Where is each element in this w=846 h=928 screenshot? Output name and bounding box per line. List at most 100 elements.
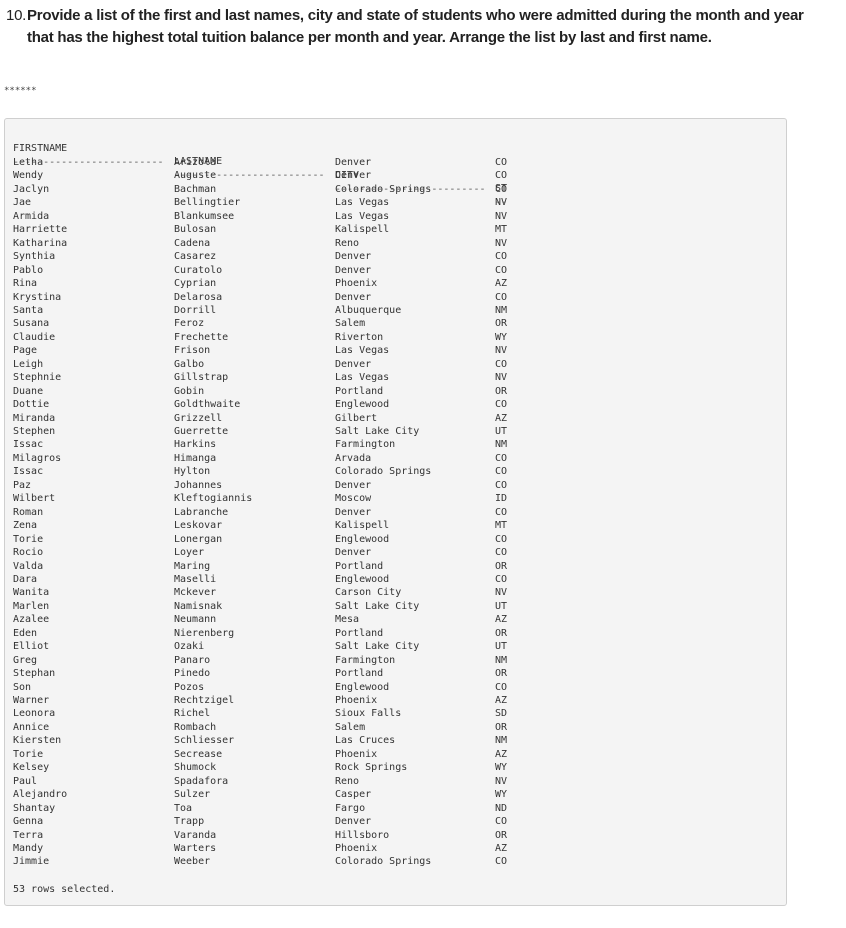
cell-city: Englewood xyxy=(335,399,390,411)
cell-city: Denver xyxy=(335,479,372,491)
cell-lastname: Goldthwaite xyxy=(174,399,241,411)
cell-city: Gilbert xyxy=(335,412,378,424)
cell-firstname: Roman xyxy=(13,506,44,518)
cell-firstname: Terra xyxy=(13,829,44,841)
cell-state: NM xyxy=(495,304,508,316)
cell-state: CO xyxy=(495,452,508,464)
cell-firstname: Rina xyxy=(13,278,38,290)
cell-city: Carson City xyxy=(335,587,402,599)
cell-lastname: Nierenberg xyxy=(174,627,235,639)
cell-lastname: Mckever xyxy=(174,587,217,599)
table-row: Miranda Grizzell Gilbert AZ xyxy=(13,412,783,426)
cell-lastname: Gillstrap xyxy=(174,372,229,384)
query-result-box: FIRSTNAME LASTNAME CITY ST -------------… xyxy=(4,118,787,906)
cell-lastname: Dorrill xyxy=(174,304,217,316)
table-row: Warner Rechtzigel Phoenix AZ xyxy=(13,694,783,708)
cell-city: Salt Lake City xyxy=(335,426,420,437)
cell-lastname: Bulosan xyxy=(174,224,217,236)
cell-state: OR xyxy=(495,829,508,841)
table-row: Annice Rombach Salem OR xyxy=(13,721,783,735)
cell-city: Portland xyxy=(335,560,384,572)
cell-firstname: Pablo xyxy=(13,264,44,276)
cell-lastname: Ozaki xyxy=(174,641,205,653)
cell-state: OR xyxy=(495,318,508,330)
cell-city: Salem xyxy=(335,721,366,733)
cell-lastname: Cadena xyxy=(174,237,211,249)
table-row: Page Frison Las Vegas NV xyxy=(13,344,783,358)
cell-firstname: Dara xyxy=(13,573,38,585)
cell-city: Denver xyxy=(335,157,372,168)
cell-lastname: Guerrette xyxy=(174,426,229,437)
cell-firstname: Leonora xyxy=(13,708,56,720)
table-row: Jaclyn Bachman Colorado Springs CO xyxy=(13,183,783,197)
cell-lastname: Casarez xyxy=(174,251,217,263)
cell-lastname: Harkins xyxy=(174,439,217,451)
cell-city: Denver xyxy=(335,358,372,370)
table-row: Letha Arizola Denver CO xyxy=(13,156,783,170)
cell-lastname: Leskovar xyxy=(174,520,223,532)
table-row: Pablo Curatolo Denver CO xyxy=(13,264,783,278)
table-row: Paul Spadafora Reno NV xyxy=(13,775,783,789)
cell-state: CO xyxy=(495,547,508,559)
table-row: Paz Johannes Denver CO xyxy=(13,479,783,493)
table-row: Alejandro Sulzer Casper WY xyxy=(13,788,783,802)
cell-state: CO xyxy=(495,533,508,545)
cell-state: CO xyxy=(495,856,508,868)
table-row: Duane Gobin Portland OR xyxy=(13,385,783,399)
cell-firstname: Claudie xyxy=(13,331,56,343)
cell-lastname: Delarosa xyxy=(174,291,223,303)
cell-city: Portland xyxy=(335,668,384,680)
cell-state: AZ xyxy=(495,278,508,290)
table-row: Rina Cyprian Phoenix AZ xyxy=(13,277,783,291)
cell-state: CO xyxy=(495,479,508,491)
cell-lastname: Frechette xyxy=(174,331,229,343)
cell-lastname: Richel xyxy=(174,708,211,720)
table-row: Claudie Frechette Riverton WY xyxy=(13,331,783,345)
cell-state: AZ xyxy=(495,695,508,706)
cell-lastname: Gobin xyxy=(174,385,205,397)
cell-firstname: Page xyxy=(13,345,38,357)
cell-city: Kalispell xyxy=(335,224,390,236)
cell-city: Denver xyxy=(335,264,372,276)
cell-firstname: Dottie xyxy=(13,399,50,411)
cell-city: Phoenix xyxy=(335,695,378,706)
table-row: Mandy Warters Phoenix AZ xyxy=(13,842,783,856)
cell-lastname: Feroz xyxy=(174,318,205,330)
table-row: Torie Lonergan Englewood CO xyxy=(13,533,783,547)
cell-lastname: Hylton xyxy=(174,466,211,478)
cell-lastname: Lonergan xyxy=(174,533,223,545)
cell-lastname: Arizola xyxy=(174,157,217,168)
cell-lastname: Weeber xyxy=(174,856,211,868)
table-row: Stephen Guerrette Salt Lake City UT xyxy=(13,425,783,439)
cell-city: Las Vegas xyxy=(335,197,390,209)
cell-city: Englewood xyxy=(335,533,390,545)
cell-state: NV xyxy=(495,775,508,787)
cell-lastname: Namisnak xyxy=(174,600,223,612)
cell-state: CO xyxy=(495,183,508,195)
table-row: Terra Varanda Hillsboro OR xyxy=(13,829,783,843)
cell-state: CO xyxy=(495,157,508,168)
cell-lastname: Shumock xyxy=(174,762,217,774)
cell-city: Phoenix xyxy=(335,278,378,290)
cell-firstname: Torie xyxy=(13,533,44,545)
table-row: Greg Panaro Farmington NM xyxy=(13,654,783,668)
table-row: Dottie Goldthwaite Englewood CO xyxy=(13,398,783,412)
cell-state: NV xyxy=(495,372,508,384)
cell-city: Denver xyxy=(335,291,372,303)
cell-lastname: Varanda xyxy=(174,829,217,841)
question-line-1: Provide a list of the first and last nam… xyxy=(27,7,804,24)
cell-state: NV xyxy=(495,210,508,222)
cell-firstname: Paul xyxy=(13,775,38,787)
cell-city: Kalispell xyxy=(335,520,390,532)
question-text: 10.Provide a list of the first and last … xyxy=(6,5,836,49)
cell-city: Sioux Falls xyxy=(335,708,402,720)
cell-lastname: Johannes xyxy=(174,479,223,491)
cell-city: Salt Lake City xyxy=(335,600,420,612)
table-row: Susana Feroz Salem OR xyxy=(13,317,783,331)
cell-state: AZ xyxy=(495,748,508,760)
cell-lastname: Curatolo xyxy=(174,264,223,276)
cell-firstname: Mandy xyxy=(13,842,44,854)
cell-state: UT xyxy=(495,426,508,437)
table-row: Leonora Richel Sioux Falls SD xyxy=(13,707,783,721)
cell-firstname: Azalee xyxy=(13,614,50,626)
